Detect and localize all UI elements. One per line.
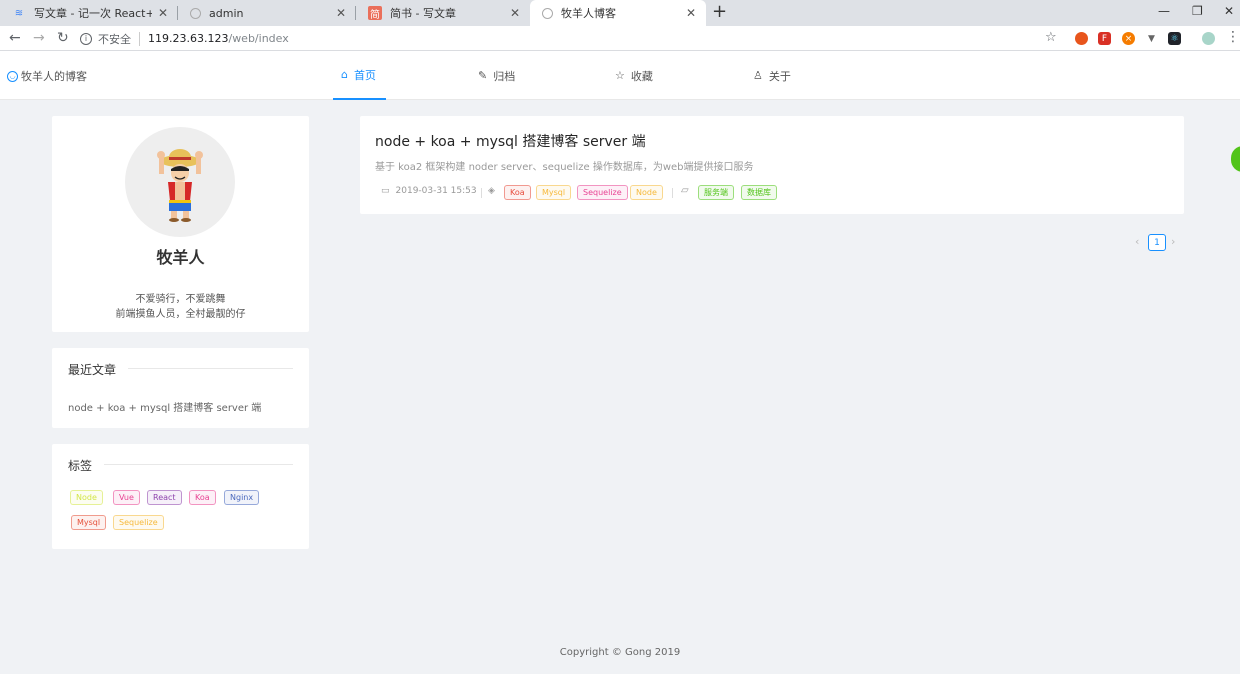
tab-label: 简书 - 写文章 [390,7,456,20]
nav-label: 首页 [353,68,376,82]
author-bio-line: 前端摸鱼人员，全村最靓的仔 [115,309,246,320]
post-card[interactable]: node + koa + mysql 搭建博客 server 端 基于 koa2… [360,116,1184,214]
meta-divider [672,188,673,198]
post-category-server[interactable]: 服务端 [698,185,734,200]
tab-close-icon[interactable]: ✕ [336,6,346,20]
logo-icon: ◡ [7,70,18,82]
browser-tab-4-active[interactable]: 牧羊人博客 ✕ [530,0,706,26]
pagination-next-icon[interactable]: › [1171,235,1175,248]
post-tag-koa[interactable]: Koa [504,185,531,200]
browser-tab-2[interactable]: admin ✕ [178,0,356,26]
tag-react[interactable]: React [147,490,182,505]
security-label: 不安全 [98,32,131,46]
pagination-page[interactable]: 1 [1148,234,1166,251]
tag-icon: ◈ [488,186,495,196]
author-bio-line: 不爱骑行，不爱跳舞 [135,294,226,305]
tag-koa[interactable]: Koa [189,490,216,505]
author-name: 牧羊人 [156,248,205,267]
nav-archive[interactable]: ✎ 归档 [470,51,523,100]
address-bar[interactable]: i 不安全 119.23.63.123 /web/index [80,28,1070,49]
tag-mysql[interactable]: Mysql [71,515,107,530]
window-close-icon[interactable]: ✕ [1224,4,1234,18]
post-category-database[interactable]: 数据库 [741,185,777,200]
tag-vue[interactable]: Vue [113,490,140,505]
nav-home[interactable]: ⌂ 首页 [333,51,386,100]
folder-icon: ▱ [681,185,689,196]
loading-icon [542,7,553,19]
jianshu-icon: 简 [368,6,382,21]
info-icon[interactable]: i [80,32,92,45]
post-title[interactable]: node + koa + mysql 搭建博客 server 端 [375,131,646,151]
extension-icon[interactable] [1075,32,1088,45]
calendar-icon: ▭ [381,186,390,196]
extension-icon[interactable]: ▼ [1145,32,1158,45]
bookmark-star-icon[interactable]: ☆ [1045,29,1057,47]
feather-icon: ≋ [14,7,24,19]
extension-icon[interactable]: × [1122,32,1135,45]
profile-avatar-icon[interactable] [1202,32,1215,45]
forward-arrow-icon[interactable]: → [33,29,45,47]
meta-divider [481,188,482,198]
site-header: ◡ 牧羊人的博客 ⌂ 首页 ✎ 归档 ☆ 收藏 ♙ 关于 [0,51,1240,100]
nav-label: 关于 [768,69,791,83]
recent-post-link[interactable]: node + koa + mysql 搭建博客 server 端 [68,399,261,414]
tab-label: 写文章 - 记一次 React+Koa + M [34,7,152,20]
user-icon: ♙ [753,69,763,82]
nav-label: 收藏 [630,69,653,83]
floating-widget-icon[interactable] [1231,146,1240,172]
react-devtools-icon[interactable]: ⚛ [1168,32,1181,45]
tab-close-icon[interactable]: ✕ [158,6,168,20]
url-path: /web/index [228,32,289,45]
tab-close-icon[interactable]: ✕ [510,6,520,20]
tab-close-icon[interactable]: ✕ [686,6,696,20]
card-title: 最近文章 [68,361,129,378]
browser-toolbar: ← → ↻ i 不安全 119.23.63.123 /web/index ☆ F… [0,26,1240,51]
extension-icon[interactable]: F [1098,32,1111,45]
url-host: 119.23.63.123 [148,32,229,45]
post-description: 基于 koa2 框架构建 noder server、sequelize 操作数据… [375,162,754,173]
logo-text: 牧羊人的博客 [21,70,87,83]
footer-copyright: Copyright © Gong 2019 [559,647,681,658]
browser-tab-1[interactable]: ≋ 写文章 - 记一次 React+Koa + M ✕ [0,0,178,26]
tag-nginx[interactable]: Nginx [224,490,260,505]
loading-icon [190,7,201,19]
site-logo[interactable]: ◡ 牧羊人的博客 [7,68,87,84]
minimize-icon[interactable]: — [1158,4,1170,18]
post-tag-node[interactable]: Node [630,185,663,200]
post-date: ▭ 2019-03-31 15:53 [381,186,477,196]
browser-tab-bar: ≋ 写文章 - 记一次 React+Koa + M ✕ admin ✕ 简 简书… [0,0,1240,26]
profile-card: 牧羊人 不爱骑行，不爱跳舞 前端摸鱼人员，全村最靓的仔 [52,116,309,332]
avatar [125,127,235,237]
home-icon: ⌂ [341,68,348,81]
nav-favorites[interactable]: ☆ 收藏 [607,51,661,100]
star-icon: ☆ [615,69,625,82]
nav-about[interactable]: ♙ 关于 [745,51,799,100]
browser-tab-3[interactable]: 简 简书 - 写文章 ✕ [356,0,530,26]
post-tag-sequelize[interactable]: Sequelize [577,185,628,200]
post-date-text: 2019-03-31 15:53 [395,186,477,196]
card-title: 标签 [68,457,105,474]
more-menu-icon[interactable]: ⋮ [1226,28,1240,46]
tab-label: admin [209,6,244,20]
nav-label: 归档 [493,69,516,83]
back-arrow-icon[interactable]: ← [9,29,21,47]
tag-sequelize[interactable]: Sequelize [113,515,164,530]
edit-icon: ✎ [478,69,488,82]
tag-node[interactable]: Node [70,490,103,505]
address-divider [139,31,140,46]
restore-icon[interactable]: ❐ [1192,4,1203,18]
tab-label: 牧羊人博客 [561,7,616,20]
recent-posts-card: 最近文章 node + koa + mysql 搭建博客 server 端 [52,348,309,428]
pagination-prev-icon[interactable]: ‹ [1135,235,1139,248]
new-tab-icon[interactable]: + [712,3,727,21]
tags-card: 标签 Node Vue React Koa Nginx Mysql Sequel… [52,444,309,549]
reload-icon[interactable]: ↻ [57,29,69,47]
avatar-illustration [157,149,203,222]
post-tag-mysql[interactable]: Mysql [536,185,572,200]
